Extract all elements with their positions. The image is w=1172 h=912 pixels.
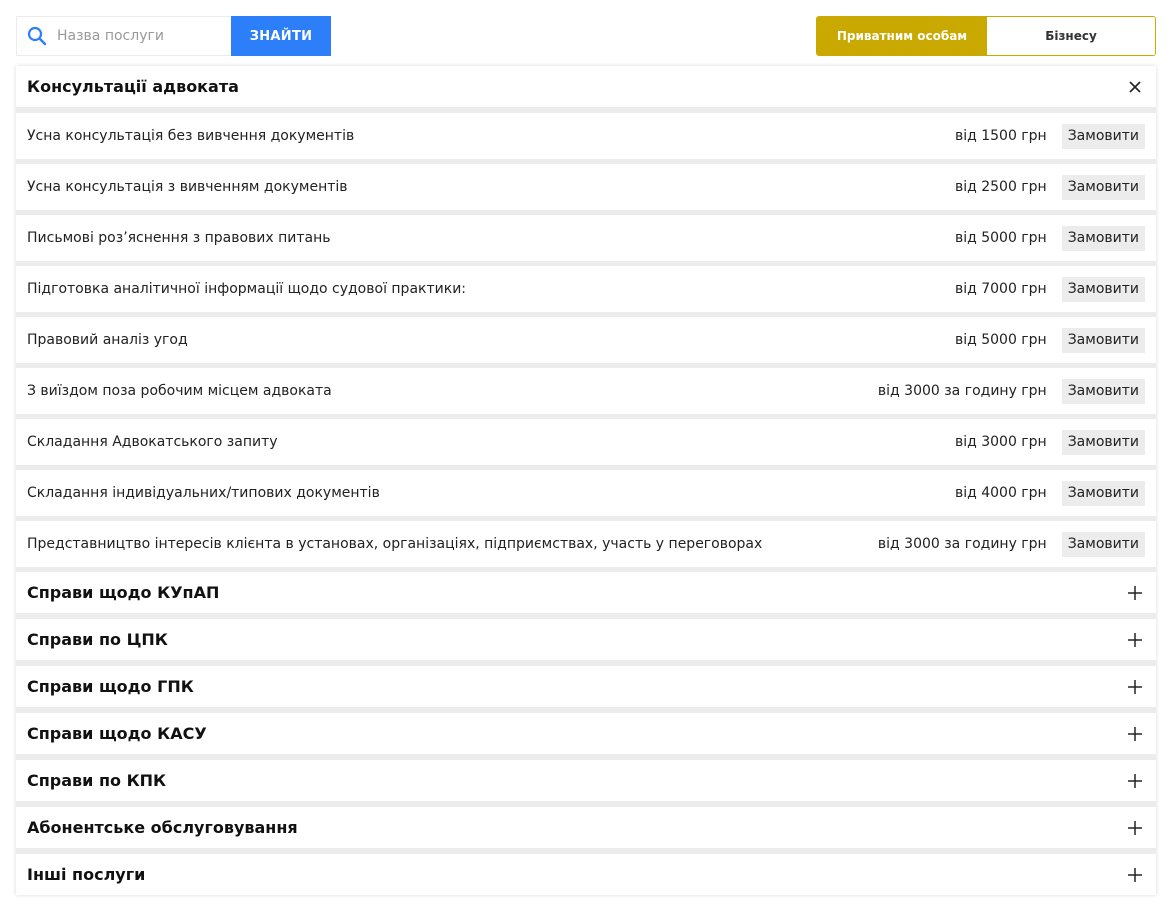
service-row: Усна консультація без вивчення документі… (16, 113, 1156, 159)
order-button[interactable]: Замовити (1061, 276, 1145, 302)
order-button[interactable]: Замовити (1061, 123, 1145, 149)
section-title: Абонентське обслуговування (27, 818, 298, 837)
accordion-header-kupap[interactable]: Справи щодо КУпАП (16, 572, 1156, 613)
service-price: від 5000 грн (954, 230, 1047, 246)
section-title: Консультації адвоката (27, 77, 239, 96)
search-button[interactable]: ЗНАЙТИ (231, 16, 331, 56)
service-name: Усна консультація з вивченням документів (27, 179, 348, 195)
service-name: Усна консультація без вивчення документі… (27, 128, 355, 144)
plus-icon[interactable] (1125, 865, 1145, 885)
service-price: від 4000 грн (954, 485, 1047, 501)
service-row: Усна консультація з вивченням документів… (16, 164, 1156, 210)
service-row: З виїздом поза робочим місцем адвоката в… (16, 368, 1156, 414)
order-button[interactable]: Замовити (1061, 480, 1145, 506)
order-button[interactable]: Замовити (1061, 429, 1145, 455)
service-row: Представництво інтересів клієнта в устан… (16, 521, 1156, 567)
plus-icon[interactable] (1125, 630, 1145, 650)
search-icon[interactable] (17, 16, 57, 56)
service-row: Письмові роз’яснення з правових питань в… (16, 215, 1156, 261)
services-accordion: Консультації адвоката Усна консультація … (16, 66, 1156, 895)
service-name: Складання Адвокатського запиту (27, 434, 278, 450)
audience-switch: Приватним особам Бізнесу (816, 16, 1156, 56)
plus-icon[interactable] (1125, 677, 1145, 697)
accordion-header-cpk[interactable]: Справи по ЦПК (16, 619, 1156, 660)
service-row: Складання індивідуальних/типових докумен… (16, 470, 1156, 516)
accordion-header-consultations[interactable]: Консультації адвоката (16, 66, 1156, 107)
plus-icon[interactable] (1125, 771, 1145, 791)
order-button[interactable]: Замовити (1061, 225, 1145, 251)
section-title: Справи щодо ГПК (27, 677, 194, 696)
top-bar: ЗНАЙТИ Приватним особам Бізнесу (16, 16, 1156, 56)
service-row: Підготовка аналітичної інформації щодо с… (16, 266, 1156, 312)
service-price: від 3000 грн (954, 434, 1047, 450)
service-row: Складання Адвокатського запиту від 3000 … (16, 419, 1156, 465)
service-name: З виїздом поза робочим місцем адвоката (27, 383, 332, 399)
service-name: Підготовка аналітичної інформації щодо с… (27, 281, 467, 297)
service-name: Представництво інтересів клієнта в устан… (27, 536, 763, 552)
accordion-header-kpk[interactable]: Справи по КПК (16, 760, 1156, 801)
section-title: Справи по ЦПК (27, 630, 168, 649)
service-name: Правовий аналіз угод (27, 332, 188, 348)
tab-business[interactable]: Бізнесу (987, 17, 1155, 55)
service-price: від 3000 за годину грн (877, 383, 1047, 399)
accordion-header-subscription[interactable]: Абонентське обслуговування (16, 807, 1156, 848)
service-name: Письмові роз’яснення з правових питань (27, 230, 331, 246)
accordion-header-kasu[interactable]: Справи щодо КАСУ (16, 713, 1156, 754)
section-title: Справи щодо КАСУ (27, 724, 207, 743)
section-title: Справи по КПК (27, 771, 167, 790)
search-input[interactable] (57, 17, 227, 55)
section-title: Справи щодо КУпАП (27, 583, 220, 602)
order-button[interactable]: Замовити (1061, 327, 1145, 353)
order-button[interactable]: Замовити (1061, 531, 1145, 557)
tab-private-persons[interactable]: Приватним особам (817, 17, 987, 55)
plus-icon[interactable] (1125, 724, 1145, 744)
service-price: від 1500 грн (954, 128, 1047, 144)
search-box (16, 16, 231, 56)
accordion-header-gpk[interactable]: Справи щодо ГПК (16, 666, 1156, 707)
plus-icon[interactable] (1125, 818, 1145, 838)
order-button[interactable]: Замовити (1061, 174, 1145, 200)
service-price: від 5000 грн (954, 332, 1047, 348)
service-price: від 7000 грн (954, 281, 1047, 297)
service-price: від 2500 грн (954, 179, 1047, 195)
section-title: Інші послуги (27, 865, 146, 884)
close-icon[interactable] (1125, 77, 1145, 97)
service-row: Правовий аналіз угод від 5000 грн Замови… (16, 317, 1156, 363)
service-price: від 3000 за годину грн (877, 536, 1047, 552)
service-name: Складання індивідуальних/типових докумен… (27, 485, 380, 501)
order-button[interactable]: Замовити (1061, 378, 1145, 404)
accordion-header-other[interactable]: Інші послуги (16, 854, 1156, 895)
plus-icon[interactable] (1125, 583, 1145, 603)
